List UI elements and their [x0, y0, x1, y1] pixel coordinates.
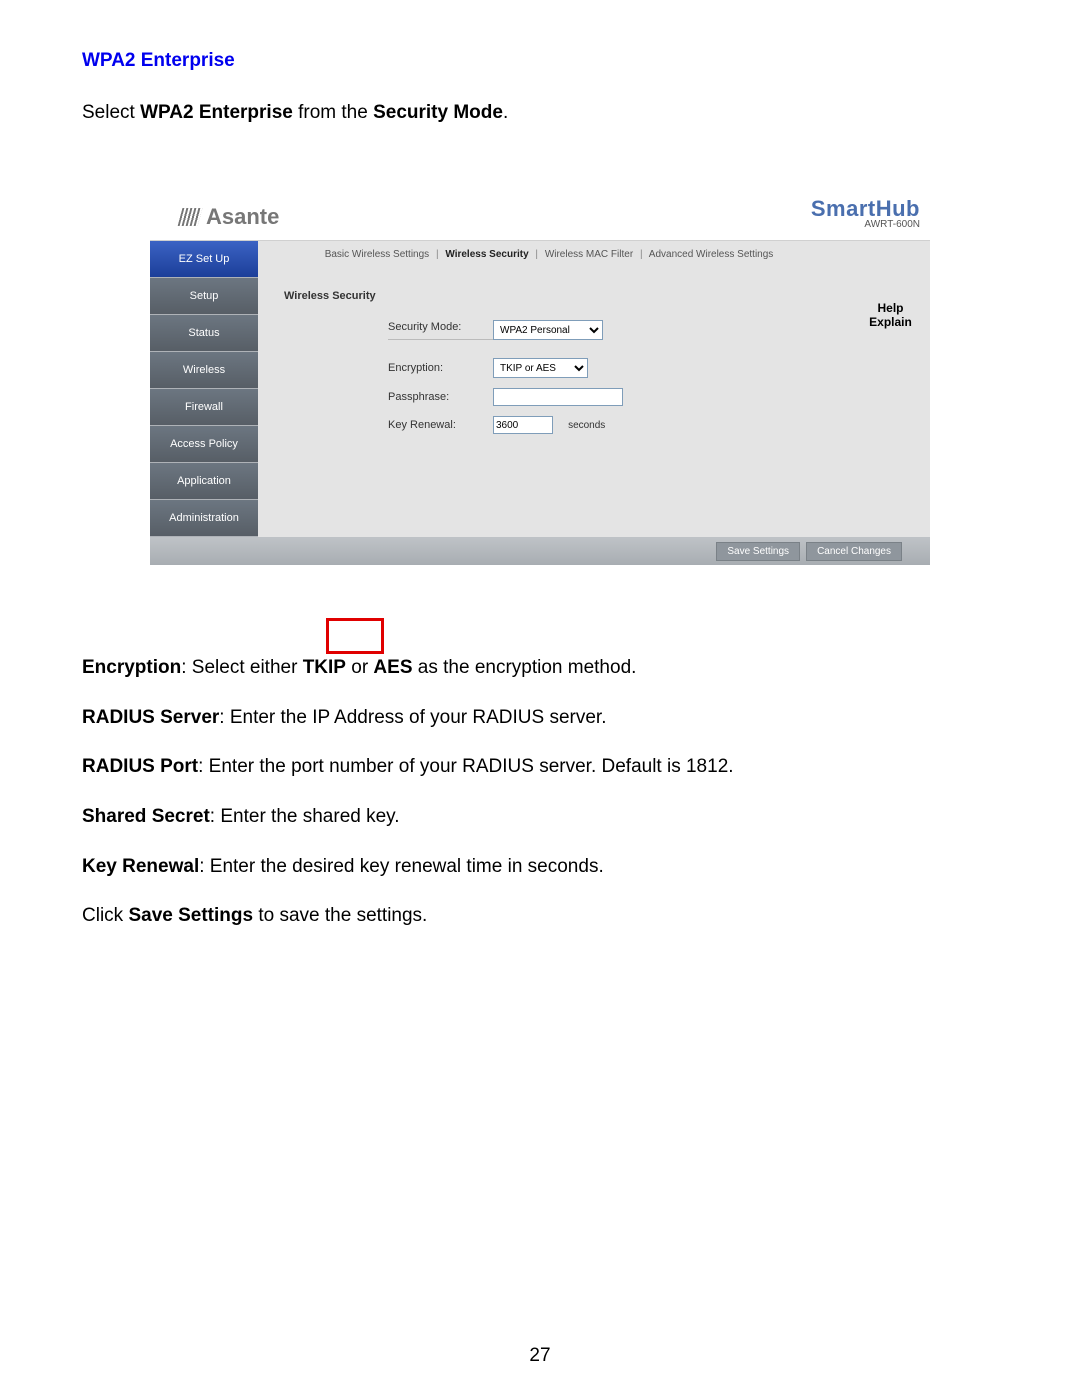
intro-mid: from the: [293, 102, 373, 123]
red-callout-box: [326, 618, 384, 654]
product-brand-big: SmartHub: [811, 196, 920, 221]
desc-label: Key Renewal: [82, 856, 199, 877]
security-mode-select[interactable]: WPA2 Personal: [493, 320, 603, 340]
panel-title: Wireless Security: [258, 268, 930, 306]
product-brand: SmartHub AWRT-600N: [811, 198, 920, 230]
help-link[interactable]: Help: [863, 301, 918, 315]
desc-text: : Enter the port number of your RADIUS s…: [198, 756, 733, 777]
desc-text: to save the settings.: [253, 905, 427, 926]
wireless-security-form: Security Mode: WPA2 Personal Encryption:…: [258, 306, 930, 434]
subnav-item-basic[interactable]: Basic Wireless Settings: [325, 249, 429, 260]
page-number: 27: [0, 1345, 1080, 1367]
sidebar-item-firewall[interactable]: Firewall: [150, 389, 258, 426]
sidebar-item-ez-setup[interactable]: EZ Set Up: [150, 241, 258, 278]
desc-text: Click: [82, 905, 128, 926]
intro-bold-1: WPA2 Enterprise: [140, 102, 293, 123]
explain-link[interactable]: Explain: [863, 315, 918, 329]
asante-logo-icon: [178, 208, 203, 226]
desc-label: RADIUS Server: [82, 707, 219, 728]
sidebar: EZ Set Up Setup Status Wireless Firewall…: [150, 241, 258, 537]
subnav-sep: |: [531, 249, 542, 260]
cancel-changes-button[interactable]: Cancel Changes: [806, 542, 902, 561]
desc-shared-secret: Shared Secret: Enter the shared key.: [82, 804, 998, 830]
intro-prefix: Select: [82, 102, 140, 123]
subnav: Basic Wireless Settings | Wireless Secur…: [258, 241, 930, 268]
sidebar-item-access-policy[interactable]: Access Policy: [150, 426, 258, 463]
sidebar-item-application[interactable]: Application: [150, 463, 258, 500]
desc-text: as the encryption method.: [413, 657, 637, 678]
subnav-item-advanced[interactable]: Advanced Wireless Settings: [649, 249, 774, 260]
subnav-item-mac-filter[interactable]: Wireless MAC Filter: [545, 249, 633, 260]
sidebar-item-setup[interactable]: Setup: [150, 278, 258, 315]
desc-text: : Enter the IP Address of your RADIUS se…: [219, 707, 606, 728]
product-model: AWRT-600N: [811, 220, 920, 230]
desc-text: : Select either: [181, 657, 302, 678]
intro-line: Select WPA2 Enterprise from the Security…: [82, 102, 998, 124]
subnav-sep: |: [432, 249, 443, 260]
encryption-label: Encryption:: [388, 362, 493, 374]
desc-bold: TKIP: [303, 657, 346, 678]
desc-radius-server: RADIUS Server: Enter the IP Address of y…: [82, 705, 998, 731]
main-panel: Basic Wireless Settings | Wireless Secur…: [258, 241, 930, 537]
desc-label: Encryption: [82, 657, 181, 678]
encryption-select[interactable]: TKIP or AES: [493, 358, 588, 378]
desc-bold: Save Settings: [128, 905, 253, 926]
sidebar-item-wireless[interactable]: Wireless: [150, 352, 258, 389]
passphrase-label: Passphrase:: [388, 391, 493, 403]
section-heading: WPA2 Enterprise: [82, 50, 998, 72]
save-settings-button[interactable]: Save Settings: [716, 542, 800, 561]
key-renewal-unit: seconds: [556, 420, 605, 431]
subnav-item-wireless-security[interactable]: Wireless Security: [445, 249, 528, 260]
intro-suffix: .: [503, 102, 508, 123]
desc-key-renewal: Key Renewal: Enter the desired key renew…: [82, 854, 998, 880]
router-admin-screenshot: Asante SmartHub AWRT-600N EZ Set Up Setu…: [150, 194, 930, 565]
passphrase-input[interactable]: [493, 388, 623, 406]
desc-label: RADIUS Port: [82, 756, 198, 777]
intro-bold-2: Security Mode: [373, 102, 503, 123]
desc-encryption: Encryption: Select either TKIP or AES as…: [82, 655, 998, 681]
sidebar-item-status[interactable]: Status: [150, 315, 258, 352]
key-renewal-label: Key Renewal:: [388, 419, 493, 431]
desc-bold: AES: [373, 657, 412, 678]
desc-save: Click Save Settings to save the settings…: [82, 903, 998, 929]
desc-text: or: [346, 657, 373, 678]
security-mode-label: Security Mode:: [388, 321, 493, 340]
router-footer: Save Settings Cancel Changes: [150, 537, 930, 565]
key-renewal-input[interactable]: [493, 416, 553, 434]
asante-logo-text: Asante: [206, 204, 279, 230]
help-block: Help Explain: [863, 301, 918, 329]
sidebar-item-administration[interactable]: Administration: [150, 500, 258, 537]
desc-text: : Enter the shared key.: [210, 806, 400, 827]
desc-label: Shared Secret: [82, 806, 210, 827]
asante-logo: Asante: [180, 204, 279, 230]
desc-text: : Enter the desired key renewal time in …: [199, 856, 603, 877]
subnav-sep: |: [636, 249, 647, 260]
desc-radius-port: RADIUS Port: Enter the port number of yo…: [82, 754, 998, 780]
